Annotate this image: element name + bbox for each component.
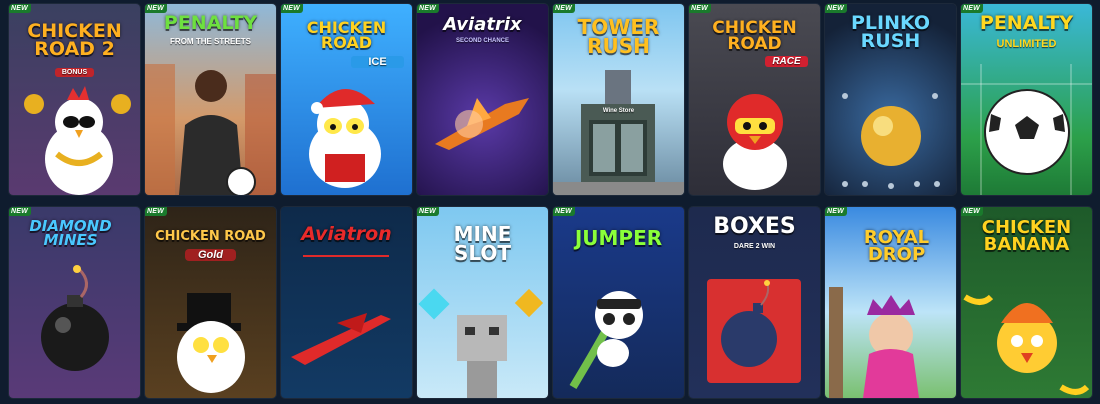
game-title: PENALTY	[163, 12, 258, 34]
game-title: TOWER RUSH	[577, 15, 660, 58]
game-tile-boxes[interactable]: BOXES DARE 2 WIN	[689, 207, 820, 398]
new-badge: NEW	[9, 207, 31, 216]
game-title: CHICKEN ROAD	[306, 18, 387, 53]
game-tile-chicken-road-race[interactable]: NEW CHICKEN ROAD RACE	[689, 4, 820, 195]
game-tile-royal-drop[interactable]: NEW ROYAL DROP	[825, 207, 956, 398]
game-tile-chicken-road-gold[interactable]: NEW CHICKEN ROAD Gold	[145, 207, 276, 398]
game-title: ROYAL DROP	[863, 227, 930, 266]
new-badge: NEW	[281, 4, 303, 13]
game-tile-tower-rush[interactable]: NEW TOWER RUSH Wine Store	[553, 4, 684, 195]
game-subtitle: Gold	[185, 249, 236, 261]
game-tile-chicken-road-ice[interactable]: NEW CHICKEN ROAD ICE	[281, 4, 412, 195]
new-badge: NEW	[553, 207, 575, 216]
game-title: DIAMOND MINES	[29, 217, 112, 250]
game-tile-plinko-rush[interactable]: NEW PLINKO RUSH	[825, 4, 956, 195]
game-title: CHICKEN ROAD	[155, 229, 266, 244]
new-badge: NEW	[961, 4, 983, 13]
game-subtitle: UNLIMITED	[996, 38, 1057, 50]
game-grid: NEW CHICKEN ROAD 2 BONUS NEW PENALTY FRO…	[0, 0, 1100, 404]
new-badge: NEW	[553, 4, 575, 13]
game-tile-chicken-banana[interactable]: NEW CHICKEN BANANA	[961, 207, 1092, 398]
game-title: Aviatrix	[443, 14, 522, 35]
new-badge: NEW	[145, 207, 167, 216]
game-tile-chicken-road-2[interactable]: NEW CHICKEN ROAD 2 BONUS	[9, 4, 140, 195]
game-subtitle: BONUS	[55, 68, 94, 77]
new-badge: NEW	[961, 207, 983, 216]
game-tile-aviatron[interactable]: Aviatron	[281, 207, 412, 398]
game-title: JUMPER	[574, 226, 663, 250]
new-badge: NEW	[145, 4, 167, 13]
game-tile-mine-slot[interactable]: NEW MINE SLOT	[417, 207, 548, 398]
game-title: CHICKEN ROAD 2	[27, 20, 122, 61]
game-subtitle: DARE 2 WIN	[733, 243, 776, 250]
game-title: MINE SLOT	[453, 222, 512, 265]
game-subtitle: SECOND CHANCE	[455, 38, 509, 44]
new-badge: NEW	[417, 4, 439, 13]
game-tile-diamond-mines[interactable]: NEW DIAMOND MINES	[9, 207, 140, 398]
game-subtitle: RACE	[765, 56, 808, 67]
new-badge: NEW	[825, 4, 847, 13]
new-badge: NEW	[825, 207, 847, 216]
new-badge: NEW	[9, 4, 31, 13]
game-title: PLINKO RUSH	[850, 12, 931, 53]
game-title: PENALTY	[979, 12, 1074, 34]
new-badge: NEW	[417, 207, 439, 216]
game-tile-jumper[interactable]: NEW JUMPER	[553, 207, 684, 398]
game-title: CHICKEN BANANA	[981, 217, 1072, 256]
game-subtitle: FROM THE STREETS	[170, 37, 251, 46]
game-tile-penalty-unlimited[interactable]: NEW PENALTY UNLIMITED	[961, 4, 1092, 195]
game-title: CHICKEN ROAD	[712, 18, 797, 55]
game-tile-aviatrix[interactable]: NEW Aviatrix SECOND CHANCE	[417, 4, 548, 195]
new-badge: NEW	[689, 4, 711, 13]
game-subtitle: Wine Store	[602, 108, 635, 114]
game-tile-penalty-streets[interactable]: NEW PENALTY FROM THE STREETS	[145, 4, 276, 195]
game-title: BOXES	[713, 214, 796, 239]
game-title: Aviatron	[301, 223, 392, 245]
game-subtitle: ICE	[351, 56, 404, 68]
